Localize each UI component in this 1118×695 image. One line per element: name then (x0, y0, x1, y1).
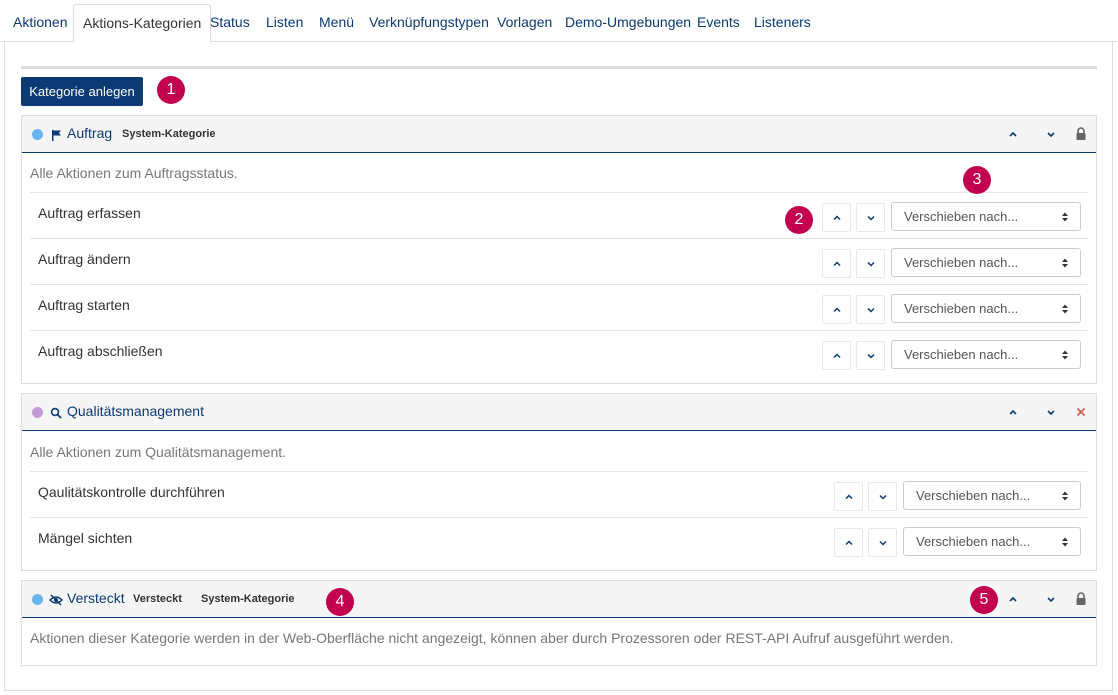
move-to-select[interactable]: Verschieben nach... (891, 248, 1081, 277)
callout-2: 2 (785, 206, 813, 234)
move-up-button[interactable] (1005, 591, 1021, 607)
category-header: Auftrag System-Kategorie (22, 116, 1096, 153)
action-label: Mängel sichten (38, 530, 133, 546)
move-to-select-label: Verschieben nach... (904, 347, 1019, 362)
action-label: Auftrag ändern (38, 251, 131, 267)
color-dot (32, 594, 43, 605)
move-to-select-label: Verschieben nach... (904, 255, 1019, 270)
tab-events[interactable]: Events (688, 4, 749, 42)
lock-icon (1073, 126, 1089, 142)
move-to-select-label: Verschieben nach... (916, 488, 1031, 503)
tab-listen[interactable]: Listen (257, 4, 312, 42)
callout-5: 5 (970, 586, 998, 614)
move-to-select[interactable]: Verschieben nach... (903, 527, 1081, 556)
action-row: Auftrag ändern Verschieben nach... (30, 238, 1088, 284)
action-label: Auftrag starten (38, 297, 130, 313)
category-title[interactable]: Versteckt (67, 590, 125, 606)
lock-icon (1073, 591, 1089, 607)
move-to-select-label: Verschieben nach... (916, 534, 1031, 549)
tab-listeners[interactable]: Listeners (745, 4, 820, 42)
search-icon (50, 406, 62, 419)
category-header: Qualitätsmanagement (22, 394, 1096, 431)
action-move-down-button[interactable] (868, 528, 897, 557)
tab-aktions-kategorien[interactable]: Aktions-Kategorien (73, 4, 212, 43)
divider (21, 66, 1097, 69)
action-label: Auftrag abschließen (38, 343, 163, 359)
action-move-up-button[interactable] (822, 295, 851, 324)
hidden-tag: Versteckt (133, 593, 182, 605)
tab-status[interactable]: Status (201, 4, 259, 42)
callout-3: 3 (963, 166, 991, 194)
action-move-up-button[interactable] (822, 249, 851, 278)
action-move-up-button[interactable] (834, 482, 863, 511)
move-to-select[interactable]: Verschieben nach... (891, 340, 1081, 369)
move-to-select[interactable]: Verschieben nach... (891, 202, 1081, 231)
action-move-down-button[interactable] (856, 249, 885, 278)
category-description: Alle Aktionen zum Auftragsstatus. (30, 165, 238, 181)
category-title[interactable]: Auftrag (67, 125, 112, 141)
move-down-button[interactable] (1043, 591, 1059, 607)
tab-menu[interactable]: Menü (310, 4, 363, 42)
color-dot (32, 129, 43, 140)
action-row: Mängel sichten Verschieben nach... (30, 517, 1088, 563)
move-down-button[interactable] (1043, 404, 1059, 420)
create-category-button[interactable]: Kategorie anlegen (21, 77, 143, 106)
action-row: Qaulitätskontrolle durchführen Verschieb… (30, 471, 1088, 517)
action-move-down-button[interactable] (856, 203, 885, 232)
move-to-select-label: Verschieben nach... (904, 301, 1019, 316)
callout-1: 1 (157, 76, 185, 104)
category-panel-qualitaetsmanagement: Qualitätsmanagement Alle Aktionen zum Qu… (21, 393, 1097, 571)
action-move-up-button[interactable] (834, 528, 863, 557)
callout-4: 4 (326, 588, 354, 616)
eye-slash-icon (48, 593, 64, 606)
action-label: Qaulitätskontrolle durchführen (38, 484, 225, 500)
category-title[interactable]: Qualitätsmanagement (67, 403, 204, 419)
tab-demo-umgebungen[interactable]: Demo-Umgebungen (556, 4, 700, 42)
tab-bar: Aktionen Aktions-Kategorien Status Liste… (0, 0, 1118, 43)
move-up-button[interactable] (1005, 126, 1021, 142)
action-move-up-button[interactable] (822, 341, 851, 370)
tab-vorlagen[interactable]: Vorlagen (488, 4, 561, 42)
tab-verknuepfungstypen[interactable]: Verknüpfungstypen (360, 4, 498, 42)
color-dot (32, 407, 43, 418)
action-row: Auftrag abschließen Verschieben nach... (30, 330, 1088, 376)
move-to-select[interactable]: Verschieben nach... (891, 294, 1081, 323)
move-down-button[interactable] (1043, 126, 1059, 142)
action-row: Auftrag starten Verschieben nach... (30, 284, 1088, 330)
action-label: Auftrag erfassen (38, 205, 141, 221)
action-row: Auftrag erfassen Verschieben nach... (30, 192, 1088, 238)
flag-icon (51, 128, 63, 141)
tab-aktionen[interactable]: Aktionen (4, 4, 76, 42)
delete-icon[interactable] (1073, 404, 1089, 420)
category-description: Alle Aktionen zum Qualitätsmanagement. (30, 444, 287, 460)
category-panel-auftrag: Auftrag System-Kategorie Alle Aktionen z… (21, 115, 1097, 384)
action-move-up-button[interactable] (822, 203, 851, 232)
move-to-select-label: Verschieben nach... (904, 209, 1019, 224)
action-move-down-button[interactable] (856, 295, 885, 324)
category-description: Aktionen dieser Kategorie werden in der … (30, 630, 954, 646)
move-to-select[interactable]: Verschieben nach... (903, 481, 1081, 510)
category-header: Versteckt Versteckt System-Kategorie (22, 581, 1096, 618)
system-category-tag: System-Kategorie (122, 128, 216, 140)
move-up-button[interactable] (1005, 404, 1021, 420)
action-move-down-button[interactable] (868, 482, 897, 511)
category-panel-versteckt: Versteckt Versteckt System-Kategorie Akt… (21, 580, 1097, 666)
action-move-down-button[interactable] (856, 341, 885, 370)
system-category-tag: System-Kategorie (201, 593, 295, 605)
